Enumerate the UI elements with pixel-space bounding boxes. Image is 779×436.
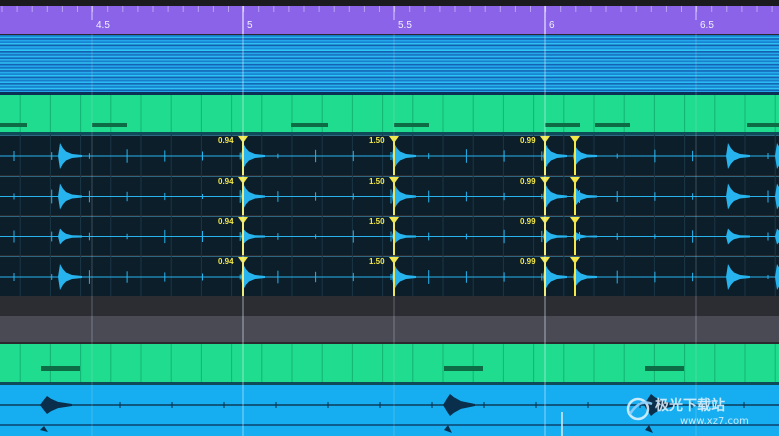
track-1-stripe	[0, 35, 779, 37]
track-1-stripe	[0, 84, 779, 87]
transient-marker-value: 0.94	[218, 257, 234, 266]
audio-track-lane-3[interactable]: 0.94 1.50 0.99	[0, 135, 779, 175]
clip-divider	[0, 424, 779, 426]
track-1-stripe	[0, 54, 779, 56]
track-1-stripe	[0, 36, 779, 39]
track-1-stripe	[0, 59, 779, 61]
transient-marker-value: 0.99	[520, 257, 536, 266]
track-1-stripe	[0, 41, 779, 44]
audio-clip-background[interactable]	[0, 256, 779, 296]
audio-track-lane-5[interactable]: 0.94 1.50 0.99	[0, 216, 779, 255]
audio-clip-border	[0, 176, 779, 177]
track-1-stripe	[0, 70, 779, 72]
track-1-stripe	[0, 39, 779, 42]
track-1-stripe	[0, 60, 779, 63]
track-1-stripe	[0, 46, 779, 48]
transient-marker-value: 0.94	[218, 177, 234, 186]
transient-marker-value: 1.50	[369, 257, 385, 266]
ruler-label: 5	[247, 20, 253, 31]
track-1-stripe	[0, 78, 779, 80]
track-1-stripe	[0, 63, 779, 66]
track-lane-1[interactable]	[0, 35, 779, 95]
tracks-canvas: 4.5 5 5.5 6 6.5 0.94 1.50 0.99 0.94 1.50 0.99 0.94 1…	[0, 0, 779, 436]
track-1-stripe	[0, 44, 779, 47]
ruler-label: 4.5	[96, 20, 110, 31]
track-1-stripe	[0, 62, 779, 64]
track-1-stripe	[0, 57, 779, 60]
audio-clip-border	[0, 216, 779, 217]
ruler-label: 5.5	[398, 20, 412, 31]
audio-clip-border	[0, 256, 779, 257]
track-1-stripe	[0, 75, 779, 77]
track-1-stripe	[0, 81, 779, 84]
midi-note[interactable]	[41, 366, 80, 371]
ruler-label: 6.5	[700, 20, 714, 31]
track-divider	[0, 342, 779, 344]
ruler-top-edge	[0, 0, 779, 6]
arrangement-view: 4.5 5 5.5 6 6.5 0.94 1.50 0.99 0.94 1.50 0.99 0.94 1…	[0, 0, 779, 436]
midi-note[interactable]	[444, 366, 483, 371]
track-1-stripe	[0, 51, 779, 53]
track-lane-midi-2[interactable]	[0, 344, 779, 385]
track-1-stripe	[0, 86, 779, 88]
track-1-stripe	[0, 71, 779, 74]
transient-marker-value: 0.99	[520, 136, 536, 145]
transient-marker-value: 1.50	[369, 177, 385, 186]
track-1-stripe	[0, 79, 779, 82]
transient-marker-value: 0.94	[218, 136, 234, 145]
midi-note[interactable]	[545, 123, 580, 127]
audio-track-lane-6[interactable]: 0.94 1.50 0.99	[0, 256, 779, 296]
midi-note[interactable]	[92, 123, 127, 127]
midi-note[interactable]	[645, 366, 684, 371]
audio-clip-background[interactable]	[0, 216, 779, 255]
audio-clip-border	[0, 135, 779, 136]
track-1-stripe	[0, 65, 779, 68]
empty-track-background[interactable]	[0, 316, 779, 342]
empty-track-lane[interactable]	[0, 316, 779, 344]
audio-track-lane-4[interactable]: 0.94 1.50 0.99	[0, 176, 779, 215]
track-1-stripe	[0, 55, 779, 58]
ruler-background[interactable]	[0, 6, 779, 34]
track-1-stripe	[0, 87, 779, 90]
transient-marker-value: 0.99	[520, 177, 536, 186]
track-1-stripe	[0, 38, 779, 40]
track-1-stripe	[0, 68, 779, 71]
midi-note[interactable]	[394, 123, 429, 127]
midi-note[interactable]	[595, 123, 630, 127]
ruler-label: 6	[549, 20, 555, 31]
track-divider	[0, 132, 779, 135]
track-1-stripe	[0, 52, 779, 55]
watermark-text: 极光下载站	[655, 397, 725, 414]
transient-marker-value: 1.50	[369, 217, 385, 226]
track-1-stripe	[0, 49, 779, 52]
transient-marker-value: 0.94	[218, 217, 234, 226]
track-1-stripe	[0, 83, 779, 85]
audio-clip-background[interactable]	[0, 176, 779, 215]
midi-clip-background[interactable]	[0, 344, 779, 382]
timeline-ruler[interactable]: 4.5 5 5.5 6 6.5	[0, 0, 779, 34]
watermark-url: www.xz7.com	[680, 416, 749, 427]
track-gap	[0, 296, 779, 316]
track-lane-2-midi[interactable]	[0, 95, 779, 135]
audio-clip-background[interactable]	[0, 135, 779, 175]
track-1-stripe	[0, 47, 779, 50]
track-1-stripe	[0, 67, 779, 69]
track-1-stripe	[0, 43, 779, 45]
track-1-stripe	[0, 89, 779, 92]
track-divider	[0, 92, 779, 95]
transient-marker-value: 0.99	[520, 217, 536, 226]
midi-note[interactable]	[291, 123, 328, 127]
transient-marker-value: 1.50	[369, 136, 385, 145]
track-divider	[0, 382, 779, 385]
midi-note[interactable]	[0, 123, 27, 127]
midi-note[interactable]	[747, 123, 779, 127]
track-1-stripe	[0, 76, 779, 79]
track-1-stripe	[0, 73, 779, 76]
